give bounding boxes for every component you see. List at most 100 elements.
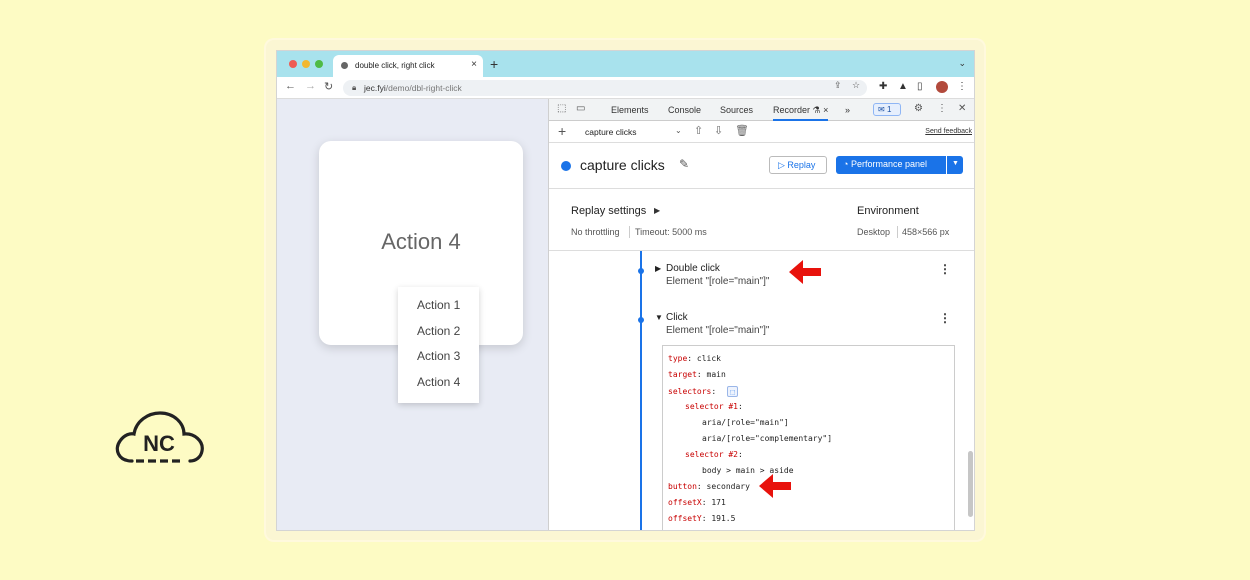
devtools-menu-icon[interactable]: ⋮: [937, 103, 947, 114]
browser-tab[interactable]: double click, right click ×: [333, 55, 483, 77]
performance-panel-button[interactable]: ◔ Performance panel: [836, 156, 946, 174]
timeout-value[interactable]: Timeout: 5000 ms: [635, 227, 707, 237]
timeline-dot: [638, 317, 644, 323]
devtools-panel: ⬚ ▭ Elements Console Sources Recorder ⚗ …: [548, 99, 974, 530]
step-menu-icon[interactable]: ⋮: [939, 311, 951, 325]
recorder-toolbar: + capture clicks ⌄ ⇧ ⇩ 🗑︎ Send feedback: [549, 121, 974, 143]
context-menu-item[interactable]: Action 3: [398, 344, 479, 370]
side-panel-icon[interactable]: ▯: [917, 81, 923, 92]
url-host: jec.fyi: [364, 83, 386, 93]
code-line: aria/[role="main"]: [702, 418, 789, 427]
close-devtools-icon[interactable]: ✕: [958, 103, 966, 114]
issues-badge[interactable]: ✉ 1: [873, 103, 901, 116]
new-tab-button[interactable]: +: [490, 56, 498, 72]
code-line: selector #2:: [685, 450, 743, 459]
step-menu-icon[interactable]: ⋮: [939, 262, 951, 276]
code-line: button: secondary: [668, 482, 750, 491]
chevron-down-icon[interactable]: ⌄: [675, 126, 682, 135]
tab-sources[interactable]: Sources: [720, 105, 753, 115]
tab-title: double click, right click: [355, 61, 435, 70]
card-title: Action 4: [381, 229, 461, 254]
lock-icon: 🔒︎: [352, 83, 357, 92]
code-line: aria/[role="complementary"]: [702, 434, 833, 443]
divider: [897, 226, 898, 238]
timeline-line: [640, 251, 642, 530]
device-toolbar-icon[interactable]: ▭: [576, 103, 585, 114]
steps-list: ▶ Double click Element "[role="main"]" ⋮…: [549, 251, 974, 530]
code-line: selector #1:: [685, 402, 743, 411]
step-subtitle: Element "[role="main"]": [666, 276, 770, 287]
reload-icon[interactable]: ↻: [324, 80, 333, 93]
red-arrow-icon: [789, 260, 821, 284]
context-menu-item[interactable]: Action 4: [398, 370, 479, 396]
throttling-value[interactable]: No throttling: [571, 227, 620, 237]
viewport-value: 458×566 px: [902, 227, 950, 237]
maximize-window-button[interactable]: [315, 60, 323, 68]
settings-gear-icon[interactable]: ⚙: [914, 103, 923, 114]
recording-select[interactable]: capture clicks: [585, 127, 637, 137]
extension-icon[interactable]: ▲: [898, 81, 908, 92]
replay-button[interactable]: ▷ Replay: [769, 156, 827, 174]
device-value: Desktop: [857, 227, 891, 237]
performance-panel-label: Performance panel: [850, 159, 927, 169]
tab-close-icon[interactable]: ×: [823, 105, 828, 115]
tab-search-icon[interactable]: ⌄: [958, 58, 966, 69]
step-title[interactable]: Click: [666, 312, 688, 323]
forward-icon[interactable]: →: [305, 80, 316, 92]
create-recording-icon[interactable]: +: [558, 123, 566, 139]
inspect-element-icon[interactable]: ⬚: [557, 103, 566, 114]
share-icon[interactable]: ⇪: [834, 80, 842, 91]
issues-count: 1: [886, 105, 892, 114]
more-tabs-icon[interactable]: »: [845, 105, 850, 115]
import-icon[interactable]: ⇩: [714, 124, 723, 137]
code-line: type: click: [668, 354, 721, 363]
replay-settings-label[interactable]: Replay settings: [571, 205, 646, 217]
web-page: Action 4 Action 1 Action 2 Action 3 Acti…: [277, 99, 548, 530]
replay-options-dropdown[interactable]: ▼: [947, 156, 963, 174]
bookmark-star-icon[interactable]: ☆: [852, 80, 860, 91]
replay-settings: Replay settings ▶ No throttling Timeout:…: [549, 189, 974, 251]
recording-title: capture clicks: [580, 157, 665, 173]
scrollbar-thumb[interactable]: [968, 451, 973, 517]
tab-bar: double click, right click × + ⌄: [277, 51, 974, 77]
tab-close-icon[interactable]: ×: [471, 59, 477, 70]
address-bar[interactable]: 🔒︎ jec.fyi/demo/dbl-right-click: [343, 80, 867, 96]
export-icon[interactable]: ⇧: [694, 124, 703, 137]
extensions-icon[interactable]: ✚: [879, 81, 887, 92]
tab-recorder-label: Recorder: [773, 105, 811, 115]
minimize-window-button[interactable]: [302, 60, 310, 68]
browser-window: double click, right click × + ⌄ ← → ↻ 🔒︎…: [276, 50, 975, 531]
caret-right-icon[interactable]: ▶: [655, 264, 661, 273]
edit-pencil-icon[interactable]: ✎: [679, 157, 689, 171]
tab-elements[interactable]: Elements: [611, 105, 649, 115]
context-menu: Action 1 Action 2 Action 3 Action 4: [398, 287, 479, 403]
code-line: selectors: ⬚: [668, 386, 738, 397]
context-menu-item[interactable]: Action 2: [398, 319, 479, 345]
favicon-icon: [341, 62, 348, 69]
selector-picker-icon[interactable]: ⬚: [727, 386, 738, 397]
caret-down-icon[interactable]: ▼: [655, 313, 663, 322]
back-icon[interactable]: ←: [285, 80, 296, 92]
timeline-dot: [638, 268, 644, 274]
caret-right-icon[interactable]: ▶: [654, 206, 660, 215]
recording-status-dot: [561, 161, 571, 171]
tab-recorder[interactable]: Recorder ⚗ ×: [773, 105, 829, 121]
code-line: offsetY: 191.5: [668, 514, 736, 523]
context-menu-item[interactable]: Action 1: [398, 293, 479, 319]
tab-console[interactable]: Console: [668, 105, 701, 115]
step-title[interactable]: Double click: [666, 263, 720, 274]
red-arrow-icon: [759, 474, 791, 498]
code-line: target: main: [668, 370, 726, 379]
send-feedback-link[interactable]: Send feedback: [925, 128, 972, 135]
browser-menu-icon[interactable]: ⋮: [957, 81, 967, 92]
nc-cloud-logo: NC: [112, 405, 207, 467]
devtools-tabbar: ⬚ ▭ Elements Console Sources Recorder ⚗ …: [549, 99, 974, 121]
environment-label: Environment: [857, 205, 919, 217]
code-line: offsetX: 171: [668, 498, 726, 507]
delete-icon[interactable]: 🗑︎: [735, 124, 749, 137]
close-window-button[interactable]: [289, 60, 297, 68]
browser-toolbar: ← → ↻ 🔒︎ jec.fyi/demo/dbl-right-click ⇪ …: [277, 77, 974, 99]
profile-avatar[interactable]: [936, 81, 948, 93]
step-code-editor[interactable]: type: click target: main selectors: ⬚ se…: [662, 345, 955, 530]
replay-label: Replay: [787, 160, 816, 170]
